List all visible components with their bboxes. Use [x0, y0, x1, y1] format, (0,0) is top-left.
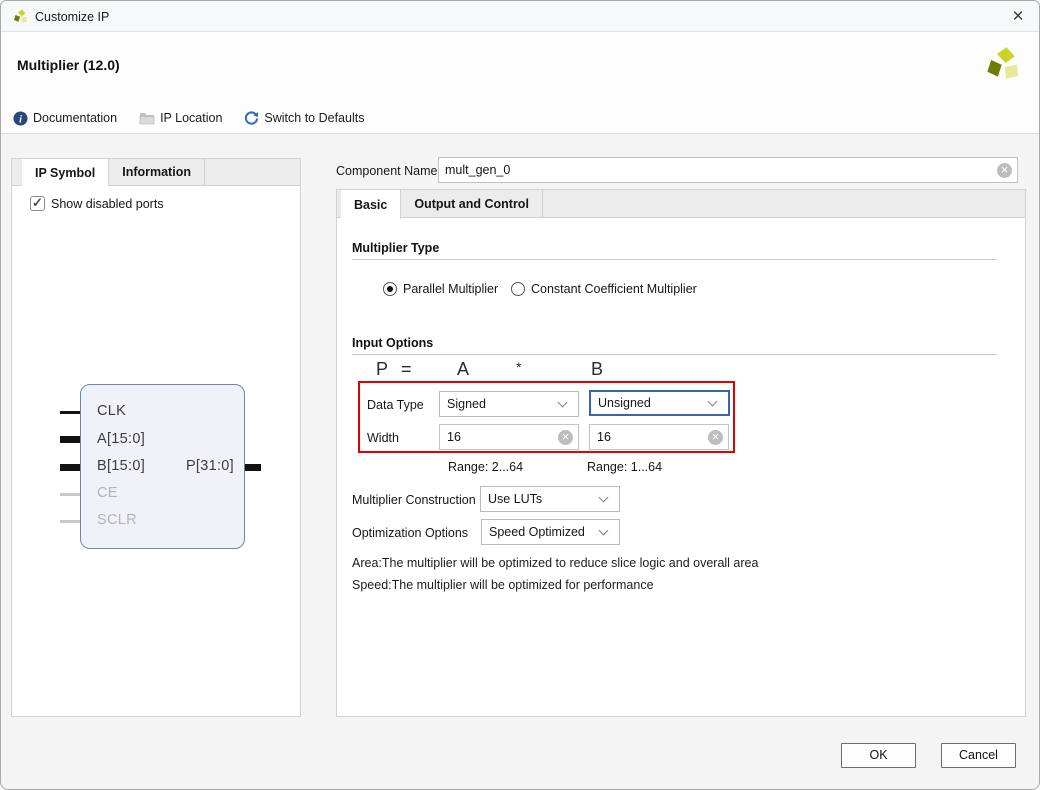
switch-to-defaults-button[interactable]: Switch to Defaults	[244, 111, 364, 126]
page-title: Multiplier (12.0)	[17, 57, 120, 73]
equation-star: *	[516, 359, 521, 375]
multiplier-construction-select[interactable]: Use LUTs	[480, 486, 620, 512]
area-note: Area:The multiplier will be optimized to…	[352, 556, 758, 570]
dialog-header: Multiplier (12.0) i Documentation	[1, 32, 1039, 134]
documentation-button[interactable]: i Documentation	[13, 111, 117, 126]
ip-location-label: IP Location	[160, 111, 222, 125]
switch-to-defaults-label: Switch to Defaults	[264, 111, 364, 125]
port-stub-clk	[60, 411, 80, 414]
constant-coefficient-label: Constant Coefficient Multiplier	[531, 282, 697, 296]
tab-basic[interactable]: Basic	[341, 190, 401, 219]
width-a-field-wrap	[439, 424, 579, 450]
show-disabled-ports-label: Show disabled ports	[51, 197, 164, 211]
port-label-ce: CE	[97, 485, 118, 501]
chevron-down-icon	[599, 493, 609, 503]
port-label-a: A[15:0]	[97, 431, 145, 447]
port-stub-b	[60, 464, 80, 471]
close-icon[interactable]: ×	[1005, 4, 1031, 30]
folder-icon	[139, 111, 155, 125]
multiplier-construction-label: Multiplier Construction	[352, 493, 476, 507]
ip-symbol-panel: Show disabled ports CLK A[15:0] B[15:0] …	[11, 185, 301, 717]
port-label-clk: CLK	[97, 403, 126, 419]
chevron-down-icon	[599, 526, 609, 536]
optimization-options-value: Speed Optimized	[482, 525, 600, 539]
radio-parallel-multiplier[interactable]: Parallel Multiplier	[383, 282, 498, 296]
divider	[352, 354, 997, 355]
info-icon: i	[13, 111, 28, 126]
show-disabled-ports-toggle[interactable]: Show disabled ports	[30, 196, 164, 211]
cancel-button[interactable]: Cancel	[941, 743, 1016, 768]
component-name-field-wrap	[438, 157, 1018, 183]
radio-unselected-icon[interactable]	[511, 282, 525, 296]
port-label-sclr: SCLR	[97, 512, 137, 528]
clear-component-name-icon[interactable]	[997, 163, 1012, 178]
data-type-a-value: Signed	[440, 397, 559, 411]
left-panel-tabs: IP Symbol Information	[11, 158, 301, 185]
range-b-label: Range: 1...64	[587, 460, 662, 474]
divider	[352, 259, 997, 260]
data-type-a-select[interactable]: Signed	[439, 391, 579, 417]
tab-ip-symbol[interactable]: IP Symbol	[22, 159, 109, 186]
xilinx-brand-logo	[985, 46, 1023, 84]
component-name-input[interactable]	[439, 163, 997, 177]
width-b-field-wrap	[589, 424, 729, 450]
customize-ip-dialog: Customize IP × Multiplier (12.0) i Docum…	[0, 0, 1040, 790]
width-a-input[interactable]	[440, 430, 558, 444]
tab-information[interactable]: Information	[109, 159, 205, 185]
refresh-icon	[244, 111, 259, 126]
chevron-down-icon	[558, 398, 568, 408]
width-label: Width	[367, 431, 399, 445]
checkbox-icon[interactable]	[30, 196, 45, 211]
data-type-b-value: Unsigned	[591, 396, 709, 410]
data-type-label: Data Type	[367, 398, 424, 412]
clear-width-a-icon[interactable]	[558, 430, 573, 445]
port-stub-ce	[60, 493, 80, 496]
component-name-label: Component Name	[336, 164, 437, 178]
ip-location-button[interactable]: IP Location	[139, 111, 222, 125]
tab-spacer	[12, 159, 22, 185]
data-type-b-select[interactable]: Unsigned	[589, 390, 730, 416]
xilinx-logo-icon	[13, 9, 29, 25]
width-b-input[interactable]	[590, 430, 708, 444]
parallel-multiplier-label: Parallel Multiplier	[403, 282, 498, 296]
input-options-heading: Input Options	[352, 336, 433, 350]
ok-button[interactable]: OK	[841, 743, 916, 768]
optimization-options-select[interactable]: Speed Optimized	[481, 519, 620, 545]
speed-note: Speed:The multiplier will be optimized f…	[352, 578, 654, 592]
basic-config-panel: Multiplier Type Parallel Multiplier Cons…	[336, 217, 1026, 717]
port-label-p: P[31:0]	[162, 458, 234, 474]
port-stub-sclr	[60, 520, 80, 523]
clear-width-b-icon[interactable]	[708, 430, 723, 445]
chevron-down-icon	[708, 397, 718, 407]
port-stub-a	[60, 436, 80, 443]
equation-b: B	[591, 359, 603, 380]
radio-selected-icon[interactable]	[383, 282, 397, 296]
multiplier-construction-value: Use LUTs	[481, 492, 600, 506]
tab-output-and-control[interactable]: Output and Control	[401, 190, 543, 218]
radio-constant-coefficient[interactable]: Constant Coefficient Multiplier	[511, 282, 697, 296]
title-bar: Customize IP ×	[1, 1, 1039, 32]
range-a-label: Range: 2...64	[448, 460, 523, 474]
optimization-options-label: Optimization Options	[352, 526, 468, 540]
config-tabs: Basic Output and Control	[336, 189, 1026, 218]
documentation-label: Documentation	[33, 111, 117, 125]
window-title: Customize IP	[35, 10, 109, 24]
equation-equals: =	[401, 359, 412, 380]
equation-p: P	[376, 359, 388, 380]
multiplier-type-heading: Multiplier Type	[352, 241, 439, 255]
toolbar: i Documentation IP Location Switch to De…	[13, 108, 386, 128]
port-stub-p	[245, 464, 261, 471]
equation-a: A	[457, 359, 469, 380]
port-label-b: B[15:0]	[97, 458, 145, 474]
svg-text:i: i	[19, 114, 22, 125]
